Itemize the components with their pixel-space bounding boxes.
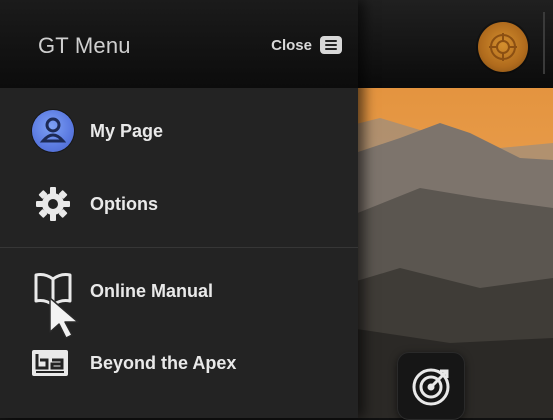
close-label: Close	[271, 36, 312, 54]
user-avatar-icon	[32, 110, 74, 152]
beyond-the-apex-logo-icon	[31, 349, 69, 382]
menu-item-my-page[interactable]: My Page	[0, 96, 358, 166]
drawer-header: GT Menu Close	[0, 0, 358, 88]
gt-auto-button[interactable]	[397, 352, 465, 420]
close-button[interactable]: Close	[252, 28, 342, 62]
menu-item-beyond-the-apex[interactable]: Beyond the Apex	[0, 327, 358, 397]
menu-item-online-manual[interactable]: Online Manual	[0, 255, 358, 325]
menu-item-options[interactable]: Options	[0, 168, 358, 238]
menu-close-icon	[320, 36, 342, 54]
menu-item-label: Options	[90, 194, 158, 214]
gear-icon	[34, 185, 72, 228]
menu-item-label: Beyond the Apex	[90, 353, 237, 373]
target-arrow-icon	[412, 368, 450, 406]
drawer-title: GT Menu	[38, 33, 131, 58]
menu-separator	[0, 247, 358, 248]
book-icon	[33, 271, 73, 314]
menu-item-label: My Page	[90, 121, 164, 141]
menu-item-label: Online Manual	[90, 281, 214, 301]
top-bar-divider	[543, 12, 545, 74]
gt-menu-drawer: GT Menu Close My Page Options Online Man…	[0, 0, 358, 418]
gt-logo-icon[interactable]	[478, 22, 528, 72]
